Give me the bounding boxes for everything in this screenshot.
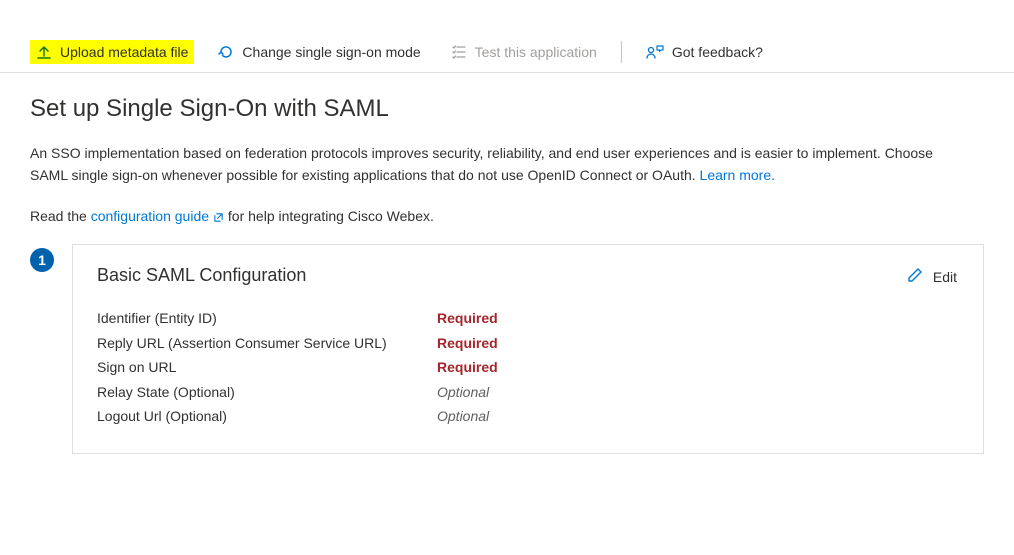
edit-button[interactable]: Edit [907, 267, 957, 286]
learn-more-link[interactable]: Learn more. [700, 167, 775, 183]
field-value: Optional [437, 380, 489, 405]
page-title: Set up Single Sign-On with SAML [30, 95, 984, 123]
test-application-label: Test this application [475, 44, 597, 60]
test-application-button: Test this application [445, 40, 603, 64]
subtext: Read the configuration guide for help in… [30, 208, 984, 226]
field-label: Relay State (Optional) [97, 380, 437, 405]
toolbar-divider [621, 41, 622, 63]
field-value: Required [437, 306, 498, 331]
upload-metadata-label: Upload metadata file [60, 44, 188, 60]
change-mode-label: Change single sign-on mode [242, 44, 420, 60]
field-label: Reply URL (Assertion Consumer Service UR… [97, 331, 437, 356]
checklist-icon [451, 44, 467, 60]
step-1-row: 1 Basic SAML Configuration Edit Identifi… [30, 244, 984, 454]
subtext-post: for help integrating Cisco Webex. [228, 208, 434, 224]
toolbar: Upload metadata file Change single sign-… [0, 32, 1014, 73]
content-area: Set up Single Sign-On with SAML An SSO i… [0, 73, 1014, 454]
change-mode-button[interactable]: Change single sign-on mode [212, 40, 426, 64]
field-row: Reply URL (Assertion Consumer Service UR… [97, 331, 959, 356]
pencil-icon [907, 267, 923, 286]
edit-label: Edit [933, 269, 957, 285]
feedback-label: Got feedback? [672, 44, 763, 60]
page-description: An SSO implementation based on federatio… [30, 143, 970, 186]
undo-icon [218, 44, 234, 60]
description-text: An SSO implementation based on federatio… [30, 145, 933, 183]
configuration-guide-link[interactable]: configuration guide [91, 208, 224, 224]
upload-metadata-button[interactable]: Upload metadata file [30, 40, 194, 64]
fields-list: Identifier (Entity ID)RequiredReply URL … [97, 306, 959, 429]
feedback-button[interactable]: Got feedback? [640, 40, 769, 64]
person-feedback-icon [646, 44, 664, 60]
step-number-badge: 1 [30, 248, 54, 272]
field-row: Identifier (Entity ID)Required [97, 306, 959, 331]
upload-icon [36, 44, 52, 60]
field-label: Identifier (Entity ID) [97, 306, 437, 331]
field-row: Sign on URLRequired [97, 355, 959, 380]
field-value: Required [437, 331, 498, 356]
field-label: Logout Url (Optional) [97, 404, 437, 429]
external-link-icon [213, 210, 224, 226]
basic-saml-card: Basic SAML Configuration Edit Identifier… [72, 244, 984, 454]
card-title: Basic SAML Configuration [97, 265, 959, 286]
field-label: Sign on URL [97, 355, 437, 380]
subtext-pre: Read the [30, 208, 91, 224]
field-value: Required [437, 355, 498, 380]
field-row: Logout Url (Optional)Optional [97, 404, 959, 429]
field-value: Optional [437, 404, 489, 429]
field-row: Relay State (Optional)Optional [97, 380, 959, 405]
